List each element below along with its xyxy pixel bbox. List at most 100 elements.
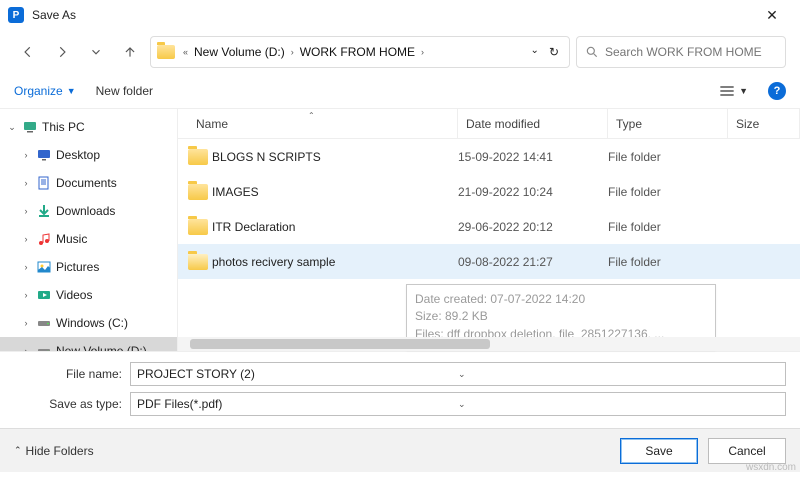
tooltip-line: Date created: 07-07-2022 14:20 <box>415 291 707 308</box>
file-name-input[interactable]: PROJECT STORY (2) ⌄ <box>130 362 786 386</box>
cancel-button[interactable]: Cancel <box>708 438 786 464</box>
help-button[interactable]: ? <box>768 82 786 100</box>
chevron-right-icon: › <box>289 47 296 57</box>
chevron-right-icon[interactable]: › <box>20 318 32 328</box>
tooltip-line: Size: 89.2 KB <box>415 308 707 325</box>
new-folder-button[interactable]: New folder <box>96 84 153 98</box>
view-options-button[interactable]: ▼ <box>719 85 748 97</box>
folder-icon <box>188 184 208 200</box>
pc-icon <box>22 119 38 135</box>
file-pane: ⌃ Name Date modified Type Size BLOGS N S… <box>178 109 800 351</box>
cell-name: photos recivery sample <box>188 254 458 270</box>
close-button[interactable]: ✕ <box>752 7 792 24</box>
breadcrumb-seg-2[interactable]: WORK FROM HOME <box>300 45 415 59</box>
refresh-icon[interactable]: ↻ <box>549 45 559 59</box>
search-box[interactable] <box>576 36 786 68</box>
title-bar: P Save As ✕ <box>0 0 800 30</box>
table-row[interactable]: ITR Declaration29-06-2022 20:12File fold… <box>178 209 800 244</box>
column-size[interactable]: Size <box>728 109 800 138</box>
cell-date: 29-06-2022 20:12 <box>458 220 608 234</box>
breadcrumb-seg-1[interactable]: New Volume (D:) <box>194 45 285 59</box>
cell-date: 15-09-2022 14:41 <box>458 150 608 164</box>
file-name-value: PROJECT STORY (2) <box>137 367 458 381</box>
forward-button[interactable] <box>48 38 76 66</box>
file-name-label: File name: <box>14 367 122 381</box>
hide-folders-label: Hide Folders <box>26 444 94 458</box>
recent-button[interactable] <box>82 38 110 66</box>
chevron-down-icon[interactable]: ⌄ <box>6 122 18 133</box>
sidebar-item-desktop[interactable]: › Desktop <box>0 141 177 169</box>
save-button[interactable]: Save <box>620 438 698 464</box>
organize-button[interactable]: Organize ▼ <box>14 84 76 98</box>
sidebar-item-label: New Volume (D:) <box>56 344 147 351</box>
column-name[interactable]: Name <box>188 109 458 138</box>
dropdown-icon[interactable]: ⌄ <box>531 45 539 59</box>
folder-icon <box>188 149 208 165</box>
table-row[interactable]: BLOGS N SCRIPTS15-09-2022 14:41File fold… <box>178 139 800 174</box>
videos-icon <box>36 287 52 303</box>
pictures-icon <box>36 259 52 275</box>
toolbar: Organize ▼ New folder ▼ ? <box>0 74 800 108</box>
chevron-right-icon[interactable]: › <box>20 206 32 216</box>
sidebar-item-music[interactable]: ›Music <box>0 225 177 253</box>
chevron-left-icon[interactable]: « <box>181 47 190 57</box>
cell-date: 21-09-2022 10:24 <box>458 185 608 199</box>
up-button[interactable] <box>116 38 144 66</box>
back-button[interactable] <box>14 38 42 66</box>
documents-icon <box>36 175 52 191</box>
list-icon <box>719 85 735 97</box>
chevron-down-icon: ▼ <box>739 86 748 96</box>
chevron-right-icon[interactable]: › <box>20 346 32 351</box>
footer: ⌃ Hide Folders Save Cancel <box>0 428 800 472</box>
downloads-icon <box>36 203 52 219</box>
sidebar-item-videos[interactable]: › Videos <box>0 281 177 309</box>
cell-type: File folder <box>608 220 728 234</box>
search-input[interactable] <box>605 45 777 59</box>
sidebar-item-documents[interactable]: › Documents <box>0 169 177 197</box>
sidebar-item-pictures[interactable]: ›Pictures <box>0 253 177 281</box>
chevron-right-icon[interactable]: › <box>20 290 32 300</box>
search-icon <box>585 45 599 59</box>
sidebar-item-drive[interactable]: › Windows (C:) <box>0 309 177 337</box>
sidebar-item-downloads[interactable]: ›Downloads <box>0 197 177 225</box>
chevron-down-icon: ▼ <box>67 86 76 96</box>
chevron-down-icon[interactable]: ⌄ <box>458 369 779 380</box>
sidebar-item-label: Windows (C:) <box>56 316 128 330</box>
sidebar-item-pc[interactable]: ⌄ This PC <box>0 113 177 141</box>
table-row[interactable]: photos recivery sample09-08-2022 21:27Fi… <box>178 244 800 279</box>
column-date[interactable]: Date modified <box>458 109 608 138</box>
hide-folders-button[interactable]: ⌃ Hide Folders <box>14 444 94 458</box>
sidebar-item-label: Desktop <box>56 148 100 162</box>
column-type[interactable]: Type <box>608 109 728 138</box>
column-headers: ⌃ Name Date modified Type Size <box>178 109 800 139</box>
chevron-right-icon[interactable]: › <box>20 150 32 160</box>
cell-type: File folder <box>608 185 728 199</box>
save-type-value: PDF Files(*.pdf) <box>137 397 458 411</box>
window-title: Save As <box>32 8 76 22</box>
sidebar-item-label: Videos <box>56 288 92 302</box>
chevron-right-icon[interactable]: › <box>20 262 32 272</box>
folder-icon <box>188 254 208 270</box>
table-row[interactable]: IMAGES21-09-2022 10:24File folder <box>178 174 800 209</box>
chevron-right-icon[interactable]: › <box>20 178 32 188</box>
desktop-icon <box>36 147 52 163</box>
save-type-label: Save as type: <box>14 397 122 411</box>
music-icon <box>36 231 52 247</box>
cell-name: ITR Declaration <box>188 219 458 235</box>
drive-icon <box>36 315 52 331</box>
sidebar-item-label: Documents <box>56 176 117 190</box>
sidebar: ⌄ This PC › Desktop › Documents ›Downloads›Mus… <box>0 109 178 351</box>
cell-type: File folder <box>608 255 728 269</box>
app-icon: P <box>8 7 24 23</box>
sidebar-item-label: This PC <box>42 120 85 134</box>
save-type-select[interactable]: PDF Files(*.pdf) ⌄ <box>130 392 786 416</box>
watermark: wsxdn.com <box>746 462 796 473</box>
save-fields: File name: PROJECT STORY (2) ⌄ Save as t… <box>0 352 800 428</box>
chevron-down-icon[interactable]: ⌄ <box>458 399 779 410</box>
chevron-right-icon[interactable]: › <box>20 234 32 244</box>
folder-icon <box>157 45 175 59</box>
main-area: ⌄ This PC › Desktop › Documents ›Downloads›Mus… <box>0 108 800 352</box>
sidebar-item-drive[interactable]: › New Volume (D:) <box>0 337 177 351</box>
breadcrumb[interactable]: « New Volume (D:) › WORK FROM HOME › ⌄ ↻ <box>150 36 570 68</box>
horizontal-scrollbar[interactable] <box>178 337 800 351</box>
